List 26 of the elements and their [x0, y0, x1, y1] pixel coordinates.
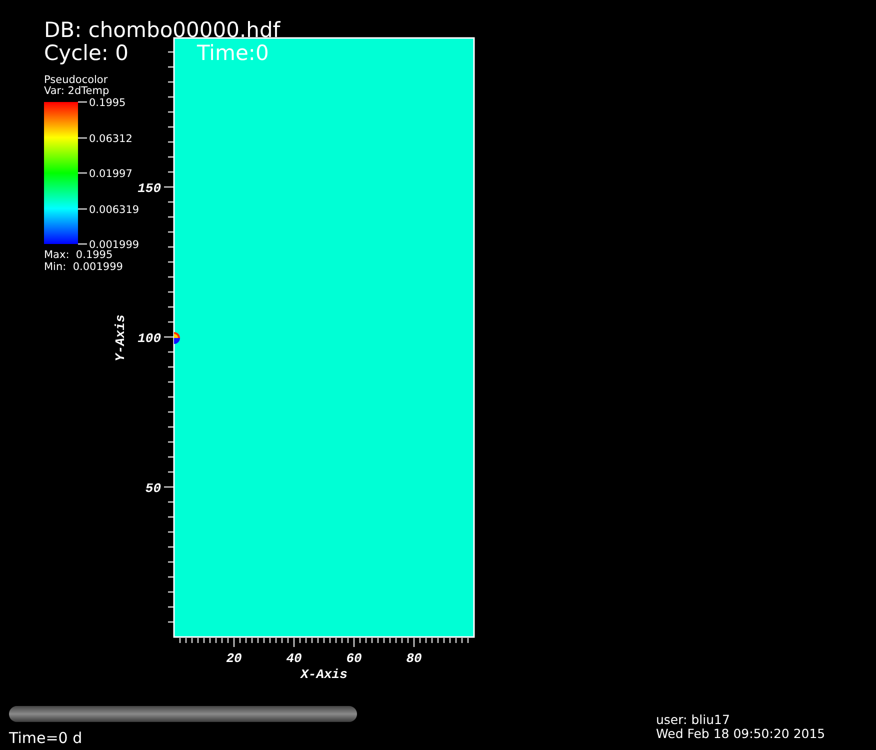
x-tick-label: 40	[286, 651, 302, 666]
color-bar-label: 0.001999	[89, 239, 140, 251]
x-tick-label: 20	[226, 651, 242, 666]
y-tick-label: 50	[145, 481, 161, 496]
cycle-label: Cycle: 0	[44, 41, 129, 65]
y-axis-title: Y-Axis	[113, 314, 128, 362]
time-label: Time:0	[197, 41, 269, 65]
y-tick-label: 150	[138, 181, 161, 196]
legend-variable: Var: 2dTemp	[44, 85, 110, 97]
color-bar-label: 0.01997	[89, 168, 132, 180]
color-bar-label: 0.06312	[89, 133, 132, 145]
user-label: user: bliu17	[656, 712, 730, 727]
color-bar-label: 0.1995	[89, 97, 126, 109]
x-tick-label: 80	[406, 651, 422, 666]
time-slider[interactable]	[9, 706, 357, 722]
color-bar-label: 0.006319	[89, 204, 140, 216]
database-title: DB: chombo00000.hdf	[44, 18, 280, 42]
legend-min: Min: 0.001999	[44, 261, 123, 273]
date-label: Wed Feb 18 09:50:20 2015	[656, 726, 826, 741]
x-axis-title: X-Axis	[300, 667, 348, 682]
y-tick-label: 100	[138, 331, 161, 346]
time-slider-label: Time=0 d	[9, 729, 82, 747]
legend-max: Max: 0.1995	[44, 249, 113, 261]
x-tick-label: 60	[346, 651, 362, 666]
legend-plot-type: Pseudocolor	[44, 74, 108, 86]
hot-spot-drawing	[174, 332, 180, 344]
